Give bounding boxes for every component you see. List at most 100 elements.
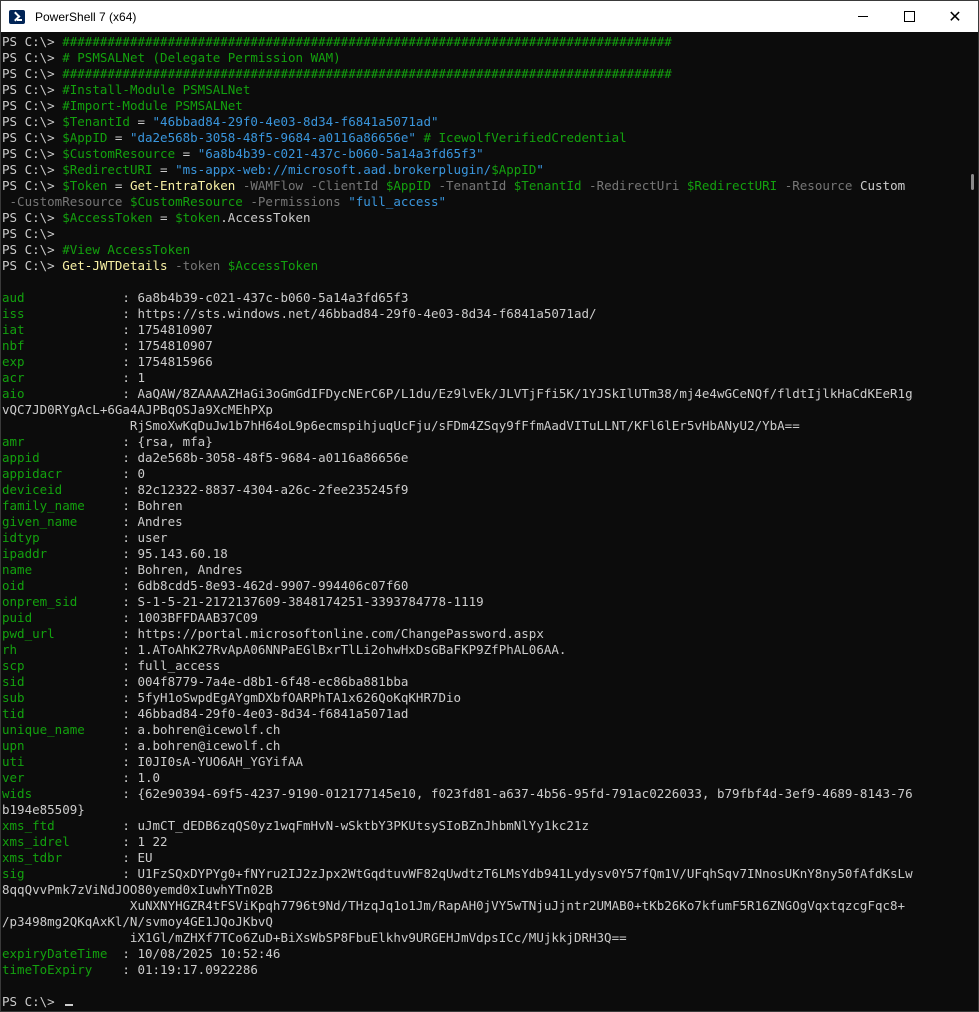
console-segment: expiryDateTime	[2, 946, 115, 961]
maximize-button[interactable]	[886, 1, 932, 32]
console-line: idtyp : user	[2, 530, 966, 546]
console-line: appid : da2e568b-3058-48f5-9684-a0116a86…	[2, 450, 966, 466]
console-segment: xms_idrel	[2, 834, 115, 849]
console-segment: #Import-Module PSMSALNet	[62, 98, 243, 113]
console-line: aud : 6a8b4b39-c021-437c-b060-5a14a3fd65…	[2, 290, 966, 306]
console-line: sid : 004f8779-7a4e-d8b1-6f48-ec86ba881b…	[2, 674, 966, 690]
console-segment: b194e85509}	[2, 802, 85, 817]
title-bar[interactable]: PowerShell 7 (x64) ✕	[1, 1, 978, 32]
console-segment: : 1003BFFDAAB37C09	[114, 610, 258, 625]
console-segment: scp	[2, 658, 115, 673]
console-line: PS C:\> ################################…	[2, 66, 966, 82]
console-line: PS C:\> $Token = Get-EntraToken -WAMFlow…	[2, 178, 966, 194]
maximize-icon	[903, 11, 915, 22]
console-segment: PS C:\>	[2, 82, 63, 97]
console-segment: deviceid	[2, 482, 115, 497]
scrollbar-thumb[interactable]	[971, 174, 974, 190]
console-line: PS C:\> # PSMSALNet (Delegate Permission…	[2, 50, 966, 66]
console-segment: $AppID	[62, 130, 108, 145]
console-segment: : Bohren	[114, 498, 183, 513]
console-line: 8qqQvvPmk7zViNdJOO80yemd0xIuwhYTn02B	[2, 882, 966, 898]
console-segment: PS C:\>	[2, 258, 63, 273]
console-segment: PS C:\>	[2, 178, 63, 193]
console-segment: : 1	[114, 370, 145, 385]
console-segment: aud	[2, 290, 115, 305]
console-segment: name	[2, 562, 115, 577]
console-segment: # PSMSALNet (Delegate Permission WAM)	[62, 50, 341, 65]
console-segment: $CustomResource	[62, 146, 176, 161]
console-segment: ipaddr	[2, 546, 115, 561]
console-line: xms_ftd : uJmCT_dEDB6zqQS0yz1wqFmHvN-wSk…	[2, 818, 966, 834]
console-segment: : 1 22	[114, 834, 168, 849]
console-segment: Get-EntraToken	[129, 178, 236, 193]
console-segment: exp	[2, 354, 115, 369]
console-segment: acr	[2, 370, 115, 385]
console-line: /p3498mg2QKqAxKl/N/svmoy4GE1JQoJKbvQ	[2, 914, 966, 930]
console-segment: : I0JI0sA-YUO6AH_YGYifAA	[114, 754, 304, 769]
console-segment: : 46bbad84-29f0-4e03-8d34-f6841a5071ad	[114, 706, 409, 721]
console-segment: #Install-Module PSMSALNet	[62, 82, 251, 97]
scrollbar[interactable]	[968, 32, 976, 1011]
console-line: PS C:\> $AccessToken = $token.AccessToke…	[2, 210, 966, 226]
console-segment: PS C:\>	[2, 226, 63, 241]
console-line: scp : full_access	[2, 658, 966, 674]
console-line: rh : 1.AToAhK27RvApA06NNPaEGlBxrTlLi2ohw…	[2, 642, 966, 658]
console-segment: aio	[2, 386, 115, 401]
console-line: unique_name : a.bohren@icewolf.ch	[2, 722, 966, 738]
console-line: iX1Gl/mZHXf7TCo6ZuD+BiXsWbSP8FbuElkhv9UR…	[2, 930, 966, 946]
console-line: PS C:\> #Install-Module PSMSALNet	[2, 82, 966, 98]
powershell-window: PowerShell 7 (x64) ✕ PS C:\> ###########…	[0, 0, 979, 1012]
console-segment: : 01:19:17.0922286	[114, 962, 258, 977]
console-segment: $CustomResource	[129, 194, 243, 209]
close-button[interactable]: ✕	[932, 1, 978, 32]
console-segment: uti	[2, 754, 115, 769]
console-segment: =	[152, 162, 176, 177]
console-segment: : S-1-5-21-2172137609-3848174251-3393784…	[114, 594, 484, 609]
console-segment: sub	[2, 690, 115, 705]
console-segment: given_name	[2, 514, 115, 529]
console-line: family_name : Bohren	[2, 498, 966, 514]
console-output[interactable]: PS C:\> ################################…	[1, 32, 966, 1011]
console-segment: : 6db8cdd5-8e93-462d-9907-994406c07f60	[114, 578, 409, 593]
console-segment: PS C:\>	[2, 242, 63, 257]
console-segment: : {62e90394-69f5-4237-9190-012177145e10,…	[114, 786, 913, 801]
console-segment: puid	[2, 610, 115, 625]
console-line: b194e85509}	[2, 802, 966, 818]
console-segment: PS C:\>	[2, 146, 63, 161]
close-icon: ✕	[948, 6, 962, 26]
console-segment: PS C:\>	[2, 34, 63, 49]
console-segment: RjSmoXwKqDuJw1b7hH64oL9p6ecmspihjuqUcFju…	[2, 418, 800, 433]
console-line: timeToExpiry : 01:19:17.0922286	[2, 962, 966, 978]
powershell-icon	[9, 9, 25, 24]
console-line: ver : 1.0	[2, 770, 966, 786]
console-segment: PS C:\>	[2, 50, 63, 65]
console-line: nbf : 1754810907	[2, 338, 966, 354]
console-line: PS C:\> #View AccessToken	[2, 242, 966, 258]
console-segment: "full_access"	[348, 194, 447, 209]
console-segment: #View AccessToken	[62, 242, 191, 257]
console-line: xms_idrel : 1 22	[2, 834, 966, 850]
console-segment: $AppID	[491, 162, 537, 177]
console-segment: -Resource	[777, 178, 860, 193]
console-segment: : U1FzSQxDYPYg0+fNYru2IJ2zJpx2WtGqdtuvWF…	[114, 866, 913, 881]
console-line: tid : 46bbad84-29f0-4e03-8d34-f6841a5071…	[2, 706, 966, 722]
console-segment: $AppID	[385, 178, 431, 193]
console-line: iat : 1754810907	[2, 322, 966, 338]
console-segment: timeToExpiry	[2, 962, 115, 977]
console-segment: : Bohren, Andres	[114, 562, 243, 577]
console-line: XuNXNYHGZR4tFSViKpqh7796t9Nd/THzqJq1o1Jm…	[2, 898, 966, 914]
console-segment: : 6a8b4b39-c021-437c-b060-5a14a3fd65f3	[114, 290, 409, 305]
console-segment: : 004f8779-7a4e-d8b1-6f48-ec86ba881bba	[114, 674, 409, 689]
console-segment: appid	[2, 450, 115, 465]
console-line: exp : 1754815966	[2, 354, 966, 370]
console-line: expiryDateTime : 10/08/2025 10:52:46	[2, 946, 966, 962]
console-segment: $RedirectURI	[686, 178, 778, 193]
console-segment: "	[536, 162, 544, 177]
console-line: PS C:\>	[2, 226, 966, 242]
console-line: PS C:\> ################################…	[2, 34, 966, 50]
minimize-button[interactable]	[840, 1, 886, 32]
console-segment: -Permissions	[242, 194, 349, 209]
console-segment: : da2e568b-3058-48f5-9684-a0116a86656e	[114, 450, 409, 465]
console-segment: $token	[175, 210, 221, 225]
